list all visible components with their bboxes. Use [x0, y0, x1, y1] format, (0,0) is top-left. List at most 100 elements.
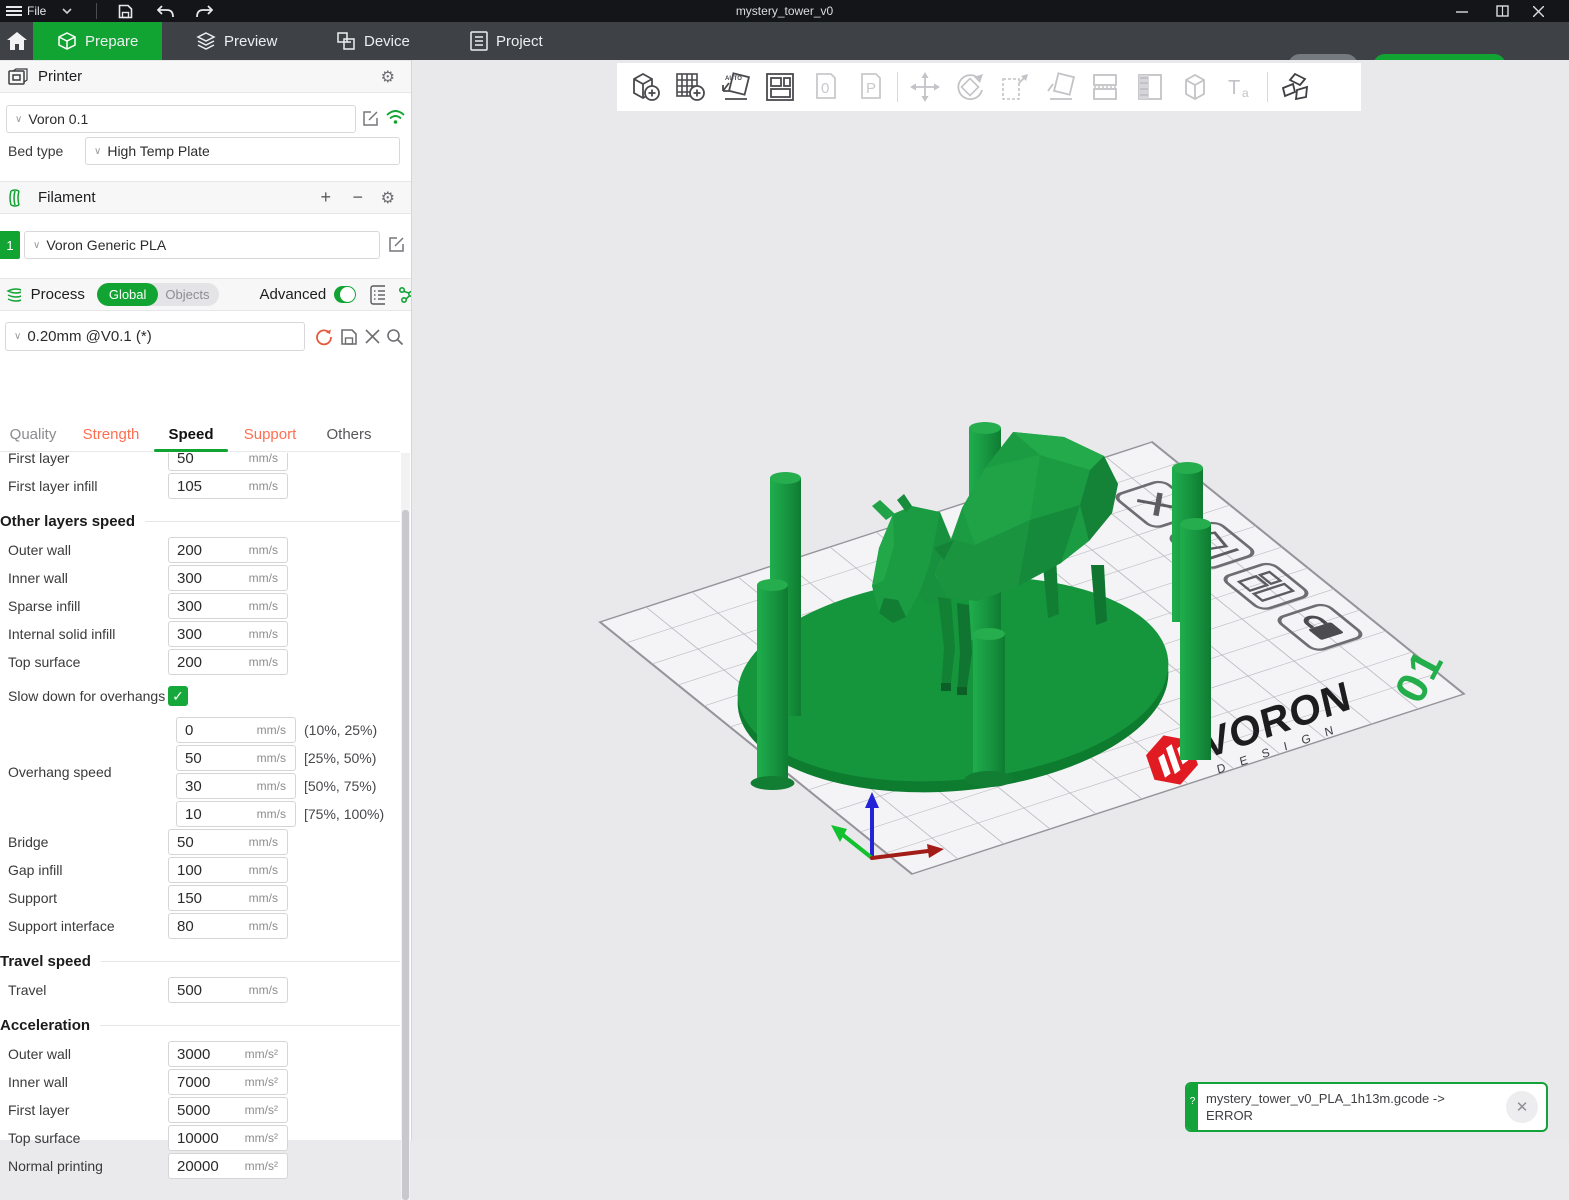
reset-preset-icon[interactable] [315, 328, 333, 346]
toast-message: mystery_tower_v0_PLA_1h13m.gcode -> ERRO… [1198, 1086, 1506, 1128]
advanced-toggle[interactable] [334, 286, 356, 303]
printer-name: Voron 0.1 [28, 111, 88, 127]
tab-preview[interactable]: Preview [196, 22, 277, 60]
bed-type-select[interactable]: ∨ High Temp Plate [85, 137, 400, 165]
printer-icon [8, 68, 28, 86]
filament-select[interactable]: ∨ Voron Generic PLA [24, 231, 380, 259]
overhang-speed-group: Overhang speed 0mm/s(10%, 25%) 50mm/s[25… [0, 716, 400, 828]
setting-label: Inner wall [0, 1074, 168, 1090]
tab-prepare[interactable]: Prepare [33, 22, 162, 60]
toast-close-button[interactable]: ✕ [1506, 1091, 1538, 1123]
scope-global[interactable]: Global [97, 283, 159, 306]
tab-others[interactable]: Others [314, 426, 384, 443]
setting-input[interactable]: 5000mm/s² [168, 1097, 288, 1123]
text-tool-icon[interactable]: Ta [1222, 69, 1258, 105]
setting-input[interactable]: 30mm/s [176, 773, 296, 799]
remove-filament-button[interactable]: − [352, 187, 363, 208]
edit-printer-button[interactable] [362, 110, 379, 132]
slow-down-overhangs-checkbox[interactable]: ✓ [168, 686, 188, 706]
setting-input[interactable]: 200mm/s [168, 537, 288, 563]
save-preset-icon[interactable] [340, 328, 358, 346]
setting-input[interactable]: 100mm/s [168, 857, 288, 883]
setting-input[interactable]: 10000mm/s² [168, 1125, 288, 1151]
process-preset-value: 0.20mm @V0.1 (*) [27, 328, 151, 345]
setting-input[interactable]: 150mm/s [168, 885, 288, 911]
tab-support[interactable]: Support [226, 426, 314, 443]
add-model-icon[interactable] [627, 69, 663, 105]
auto-orient-icon[interactable]: AUTO [717, 69, 753, 105]
maximize-icon [1496, 5, 1509, 17]
filament-settings-gear-icon[interactable]: ⚙ [381, 188, 395, 207]
tab-speed[interactable]: Speed [156, 426, 226, 443]
add-plate-icon[interactable] [672, 69, 708, 105]
edit-icon [388, 236, 405, 253]
setting-input[interactable]: 3000mm/s² [168, 1041, 288, 1067]
setting-input[interactable]: 105mm/s [168, 473, 288, 499]
setting-input[interactable]: 10mm/s [176, 801, 296, 827]
setting-row: Inner wall 7000mm/s² [0, 1068, 400, 1096]
maximize-button[interactable] [1496, 0, 1509, 22]
setting-label: Bridge [0, 834, 168, 850]
setting-label: Inner wall [0, 570, 168, 586]
process-preset-select[interactable]: ∨ 0.20mm @V0.1 (*) [5, 322, 305, 351]
setting-row: Slow down for overhangs ✓ [0, 676, 400, 716]
delete-preset-icon[interactable] [365, 329, 380, 344]
rotate-icon[interactable] [952, 69, 988, 105]
page-p-icon[interactable]: P [852, 69, 888, 105]
printer-select[interactable]: ∨ Voron 0.1 [6, 105, 356, 133]
arrange-icon[interactable] [762, 69, 798, 105]
setting-input[interactable]: 20000mm/s² [168, 1153, 288, 1179]
assembly-icon[interactable] [1277, 69, 1313, 105]
parameter-tree-icon[interactable] [398, 286, 411, 304]
variable-layer-height-icon[interactable] [1132, 69, 1168, 105]
setting-input[interactable]: 80mm/s [168, 913, 288, 939]
close-icon [1533, 6, 1544, 17]
mesh-boolean-icon[interactable] [1177, 69, 1213, 105]
minimize-button[interactable] [1456, 0, 1468, 22]
parameter-list-icon[interactable] [370, 285, 385, 305]
lay-on-face-icon[interactable] [1042, 69, 1078, 105]
tab-device[interactable]: Device [336, 22, 410, 60]
chevron-down-icon: ∨ [15, 114, 22, 125]
printer-settings-gear-icon[interactable]: ⚙ [381, 67, 395, 86]
page-0-icon[interactable]: 0 [807, 69, 843, 105]
setting-input[interactable]: 7000mm/s² [168, 1069, 288, 1095]
setting-input[interactable]: 50mm/s [168, 453, 288, 471]
setting-row: First layer infill 105mm/s [0, 472, 400, 500]
panel-scrollbar[interactable] [401, 453, 410, 1200]
window-title: mystery_tower_v0 [0, 4, 1569, 18]
tab-strength[interactable]: Strength [66, 426, 156, 443]
scope-objects[interactable]: Objects [158, 287, 209, 302]
minimize-icon [1456, 5, 1468, 17]
setting-input[interactable]: 300mm/s [168, 621, 288, 647]
setting-input[interactable]: 50mm/s [176, 745, 296, 771]
tab-project[interactable]: Project [470, 22, 543, 60]
setting-label: Support interface [0, 918, 168, 934]
printer-connection-button[interactable] [386, 109, 405, 130]
setting-input[interactable]: 200mm/s [168, 649, 288, 675]
setting-input[interactable]: 300mm/s [168, 565, 288, 591]
add-filament-button[interactable]: + [320, 187, 331, 208]
process-scope-toggle[interactable]: Global Objects [97, 283, 220, 306]
svg-text:AUTO: AUTO [725, 76, 742, 82]
edit-filament-button[interactable] [388, 236, 405, 258]
viewport-3d[interactable]: VORON D E S I G N 01 [413, 60, 1569, 1140]
setting-input[interactable]: 500mm/s [168, 977, 288, 1003]
setting-input[interactable]: 0mm/s [176, 717, 296, 743]
group-header: Travel speed [0, 946, 400, 976]
home-button[interactable] [6, 22, 28, 60]
tab-quality[interactable]: Quality [0, 426, 66, 443]
scrollbar-thumb[interactable] [402, 510, 409, 1200]
viewport-toolbar: AUTO 0 P Ta [617, 63, 1361, 111]
setting-input[interactable]: 50mm/s [168, 829, 288, 855]
close-button[interactable] [1533, 0, 1544, 22]
settings-panel: Printer ⚙ ∨ Voron 0.1 Bed type ∨ High Te… [0, 60, 412, 1140]
search-icon[interactable] [386, 328, 404, 346]
split-icon[interactable] [1087, 69, 1123, 105]
layers-icon [196, 31, 216, 51]
svg-text:P: P [866, 80, 876, 97]
move-icon[interactable] [907, 69, 943, 105]
setting-input[interactable]: 300mm/s [168, 593, 288, 619]
scale-icon[interactable] [997, 69, 1033, 105]
process-icon [6, 287, 21, 303]
